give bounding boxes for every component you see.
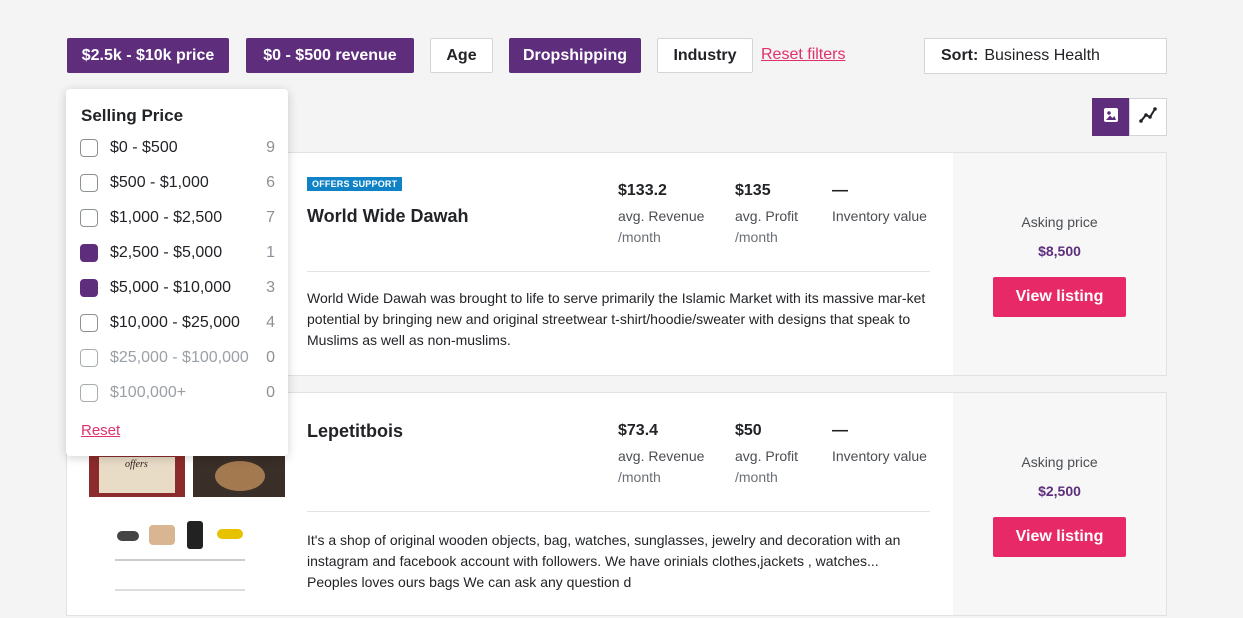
checkbox[interactable]	[80, 139, 98, 157]
asking-price-label: Asking price	[1021, 454, 1098, 470]
price-option[interactable]: $0 - $500 9	[80, 137, 275, 159]
divider	[307, 271, 930, 272]
view-listing-button[interactable]: View listing	[993, 517, 1126, 557]
sort-label: Sort:	[941, 47, 979, 64]
profit-metric: $135 avg. Profit /month	[735, 182, 799, 245]
reset-filters-link[interactable]: Reset filters	[761, 46, 845, 64]
price-option[interactable]: $5,000 - $10,000 3	[80, 277, 275, 299]
view-listing-button[interactable]: View listing	[993, 277, 1126, 317]
price-option[interactable]: $10,000 - $25,000 4	[80, 312, 275, 334]
dropdown-title: Selling Price	[81, 106, 184, 125]
asking-price-label: Asking price	[1021, 214, 1098, 230]
price-option[interactable]: $500 - $1,000 6	[80, 172, 275, 194]
listing-thumbnail-products	[89, 511, 285, 601]
sort-dropdown[interactable]: Sort: Business Health	[924, 38, 1167, 74]
price-option[interactable]: $1,000 - $2,500 7	[80, 207, 275, 229]
checkbox[interactable]	[80, 174, 98, 192]
sort-value: Business Health	[984, 47, 1100, 64]
listing-title[interactable]: World Wide Dawah	[307, 206, 469, 227]
checkbox[interactable]	[80, 384, 98, 402]
filter-chip-age[interactable]: Age	[430, 38, 493, 73]
revenue-metric: $133.2 avg. Revenue /month	[618, 182, 705, 245]
dropdown-reset-link[interactable]: Reset	[81, 422, 120, 439]
chart-view-button[interactable]	[1129, 98, 1167, 136]
revenue-metric: $73.4 avg. Revenue /month	[618, 422, 705, 485]
asking-price-panel: Asking price $2,500 View listing	[953, 393, 1166, 615]
checkbox[interactable]	[80, 209, 98, 227]
checkbox-checked[interactable]	[80, 244, 98, 262]
thumb-poster: offers	[89, 455, 185, 497]
profit-metric: $50 avg. Profit /month	[735, 422, 799, 485]
trend-line-icon	[1139, 106, 1157, 129]
filter-chip-industry[interactable]: Industry	[657, 38, 753, 73]
checkbox[interactable]	[80, 349, 98, 367]
listing-description: It's a shop of original wooden objects, …	[307, 532, 901, 590]
listing-thumbnail[interactable]: offers	[89, 455, 285, 497]
offers-support-badge: OFFERS SUPPORT	[307, 177, 403, 191]
price-option[interactable]: $2,500 - $5,000 1	[80, 242, 275, 264]
asking-price-panel: Asking price $8,500 View listing	[953, 153, 1166, 375]
filter-chip-dropshipping[interactable]: Dropshipping	[509, 38, 641, 73]
listing-description: World Wide Dawah was brought to life to …	[307, 290, 926, 348]
listing-title[interactable]: Lepetitbois	[307, 421, 403, 442]
grid-view-button[interactable]	[1092, 98, 1130, 136]
thumb-photo	[193, 455, 285, 497]
price-option[interactable]: $25,000 - $100,000 0	[80, 347, 275, 369]
inventory-metric: — Inventory value	[832, 182, 927, 224]
checkbox-checked[interactable]	[80, 279, 98, 297]
selling-price-dropdown: Selling Price $0 - $500 9 $500 - $1,000 …	[66, 89, 288, 456]
price-option[interactable]: $100,000+ 0	[80, 382, 275, 404]
filter-chip-revenue[interactable]: $0 - $500 revenue	[246, 38, 414, 73]
image-icon	[1103, 107, 1119, 128]
filter-chip-price[interactable]: $2.5k - $10k price	[67, 38, 229, 73]
checkbox[interactable]	[80, 314, 98, 332]
asking-price-value: $2,500	[1038, 483, 1081, 499]
inventory-metric: — Inventory value	[832, 422, 927, 464]
divider	[307, 511, 930, 512]
asking-price-value: $8,500	[1038, 243, 1081, 259]
